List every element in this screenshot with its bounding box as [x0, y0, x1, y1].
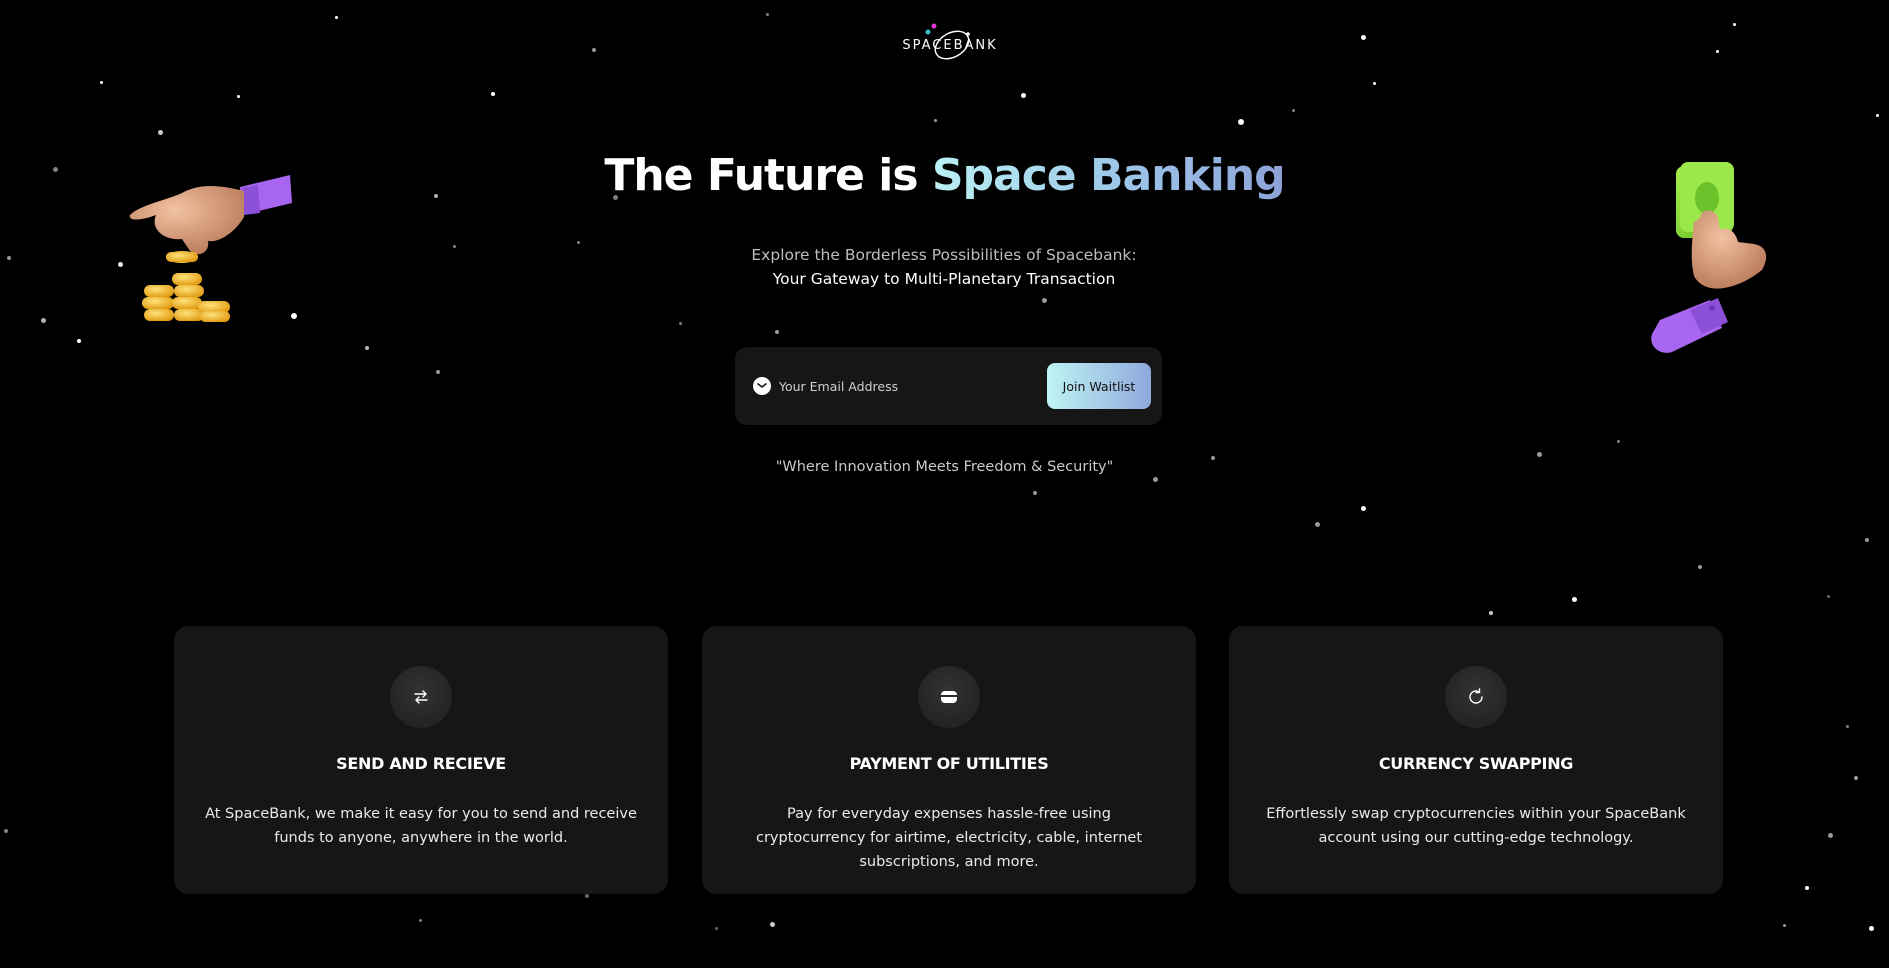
- feature-title: SEND AND RECIEVE: [336, 754, 506, 773]
- waitlist-form: Join Waitlist: [735, 347, 1162, 425]
- hero-title: The Future is Space Banking: [0, 150, 1889, 201]
- feature-title: CURRENCY SWAPPING: [1378, 754, 1574, 773]
- hero-subtitle-strong: Your Gateway to Multi-Planetary Transact…: [772, 270, 1116, 288]
- swap-arrows-icon: [390, 666, 452, 728]
- feature-description: Pay for everyday expenses hassle-free us…: [755, 806, 1143, 870]
- hero-title-accent: Space Banking: [931, 150, 1286, 201]
- mail-icon: [753, 377, 771, 395]
- feature-title: PAYMENT OF UTILITIES: [849, 754, 1049, 773]
- hero-subtitle-plain: Explore the Borderless Possibilities of …: [751, 246, 1137, 264]
- feature-card-payment-utilities: PAYMENT OF UTILITIES Pay for everyday ex…: [702, 626, 1196, 894]
- tagline: "Where Innovation Meets Freedom & Securi…: [775, 459, 1114, 475]
- feature-description: At SpaceBank, we make it easy for you to…: [205, 806, 637, 846]
- spacebank-logo[interactable]: SPACEBANK: [890, 20, 1010, 66]
- hero-subtitle: Explore the Borderless Possibilities of …: [734, 243, 1154, 291]
- email-input[interactable]: [779, 373, 1039, 399]
- join-waitlist-button[interactable]: Join Waitlist: [1047, 363, 1151, 409]
- feature-card-send-receive: SEND AND RECIEVE At SpaceBank, we make i…: [174, 626, 668, 894]
- refresh-icon: [1445, 666, 1507, 728]
- feature-card-currency-swapping: CURRENCY SWAPPING Effortlessly swap cryp…: [1229, 626, 1723, 894]
- logo-wordmark: SPACEBANK: [902, 38, 998, 53]
- wallet-icon: [918, 666, 980, 728]
- hero-title-plain: The Future is: [604, 150, 932, 201]
- feature-description: Effortlessly swap cryptocurrencies withi…: [1266, 806, 1686, 846]
